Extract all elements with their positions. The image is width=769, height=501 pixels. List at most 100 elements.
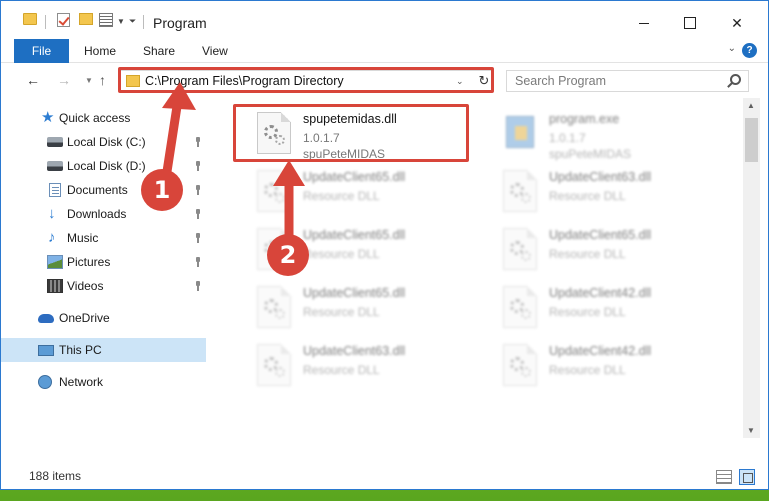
drive-icon — [47, 137, 63, 147]
search-icon[interactable] — [730, 74, 741, 85]
toolbar-divider — [45, 15, 46, 29]
search-placeholder: Search Program — [515, 74, 607, 88]
item-count: 188 items — [29, 469, 82, 483]
file-item[interactable]: UpdateClient65.dll Resource DLL — [235, 280, 475, 336]
file-item[interactable]: UpdateClient42.dll Resource DLL — [481, 338, 721, 394]
sidebar-item-music[interactable]: ♪ Music — [1, 226, 208, 250]
back-arrow-icon[interactable]: ← — [26, 72, 40, 88]
file-item-program-exe[interactable]: program.exe 1.0.1.7 spuPeteMIDAS — [481, 106, 721, 162]
sidebar-item-this-pc[interactable]: This PC — [1, 338, 206, 362]
file-type: Resource DLL — [549, 363, 626, 377]
scroll-up-icon[interactable]: ▲ — [747, 101, 755, 110]
navigation-pane: ★ Quick access Local Disk (C:) Local Dis… — [1, 98, 208, 464]
help-icon[interactable]: ? — [742, 43, 757, 58]
sidebar-item-quick-access[interactable]: ★ Quick access — [1, 106, 208, 130]
address-bar-highlight — [118, 67, 494, 93]
pictures-icon — [47, 255, 63, 269]
network-icon — [38, 375, 52, 389]
sidebar-item-label: Local Disk (C:) — [67, 135, 146, 149]
pin-icon[interactable] — [194, 281, 202, 291]
close-button[interactable]: ✕ — [715, 9, 759, 37]
file-name: UpdateClient65.dll — [549, 228, 652, 242]
sidebar-item-label: Local Disk (D:) — [67, 159, 146, 173]
sidebar-item-network[interactable]: Network — [1, 370, 208, 394]
file-name: UpdateClient65.dll — [303, 228, 406, 242]
sidebar-item-label: Quick access — [59, 111, 131, 125]
step-2-badge: 2 — [267, 234, 309, 276]
tab-share[interactable]: Share — [143, 39, 175, 63]
window-title: Program — [153, 15, 207, 31]
file-type: Resource DLL — [303, 189, 380, 203]
sidebar-item-videos[interactable]: Videos — [1, 274, 208, 298]
file-type: Resource DLL — [303, 363, 380, 377]
search-input[interactable]: Search Program — [506, 70, 749, 92]
download-icon: ↓ — [48, 205, 56, 222]
file-company: spuPeteMIDAS — [549, 147, 632, 161]
pin-icon[interactable] — [194, 161, 202, 171]
tab-file[interactable]: File — [14, 39, 69, 63]
file-name: program.exe — [549, 112, 620, 126]
tab-view[interactable]: View — [202, 39, 228, 63]
dll-file-icon — [503, 228, 537, 270]
title-bar: ▼ ⏷ Program ✕ — [1, 1, 768, 39]
file-name: UpdateClient65.dll — [303, 286, 406, 300]
file-item[interactable]: UpdateClient65.dll Resource DLL — [235, 164, 475, 220]
minimize-button[interactable] — [622, 9, 666, 37]
pc-icon — [38, 344, 54, 356]
maximize-button[interactable] — [668, 9, 712, 37]
customize-toolbar-icon[interactable]: ⏷ — [129, 13, 136, 29]
details-view-icon[interactable] — [716, 470, 732, 484]
music-icon: ♪ — [48, 229, 56, 246]
sidebar-item-label: Music — [67, 231, 99, 245]
sidebar-item-local-disk-c[interactable]: Local Disk (C:) — [1, 130, 208, 154]
cloud-icon — [38, 313, 54, 323]
ribbon-tabs: File Home Share View ⌄ ? — [1, 39, 768, 63]
step-1-badge: 1 — [141, 169, 183, 211]
recent-locations-icon[interactable]: ▼ — [85, 76, 93, 85]
sidebar-item-label: OneDrive — [59, 311, 110, 325]
forward-arrow-icon[interactable]: → — [57, 72, 71, 88]
properties-check-icon[interactable] — [57, 13, 70, 27]
dll-file-icon — [503, 344, 537, 386]
sidebar-item-label: Pictures — [67, 255, 111, 269]
file-type: Resource DLL — [303, 305, 380, 319]
up-arrow-icon[interactable]: ↑ — [99, 72, 106, 88]
file-version: 1.0.1.7 — [549, 131, 586, 145]
dll-file-icon — [257, 170, 291, 212]
dll-file-icon — [257, 286, 291, 328]
drive-icon — [47, 161, 63, 171]
sidebar-item-pictures[interactable]: Pictures — [1, 250, 208, 274]
pin-icon[interactable] — [194, 209, 202, 219]
scrollbar-thumb[interactable] — [745, 118, 758, 162]
sidebar-item-label: Videos — [67, 279, 104, 293]
vertical-scrollbar[interactable]: ▲ ▼ — [743, 98, 760, 438]
pin-icon[interactable] — [194, 233, 202, 243]
scroll-down-icon[interactable]: ▼ — [747, 426, 755, 435]
pin-icon[interactable] — [194, 185, 202, 195]
file-item[interactable]: UpdateClient63.dll Resource DLL — [481, 164, 721, 220]
dll-file-icon — [257, 344, 291, 386]
large-icons-view-icon[interactable] — [739, 469, 755, 485]
sidebar-item-onedrive[interactable]: OneDrive — [1, 306, 208, 330]
sidebar-item-downloads[interactable]: ↓ Downloads — [1, 202, 208, 226]
properties-icon[interactable] — [99, 13, 113, 27]
dll-file-icon — [503, 170, 537, 212]
sidebar-item-label: Network — [59, 375, 104, 389]
file-type: Resource DLL — [549, 189, 626, 203]
chevron-down-icon[interactable]: ▼ — [117, 13, 125, 29]
file-item[interactable]: UpdateClient65.dll Resource DLL — [481, 222, 721, 278]
sidebar-item-label: Downloads — [67, 207, 127, 221]
file-name: UpdateClient63.dll — [303, 344, 406, 358]
sidebar-item-label: Documents — [67, 183, 128, 197]
tab-home[interactable]: Home — [84, 39, 116, 63]
dll-file-icon — [503, 286, 537, 328]
sidebar-item-label: This PC — [59, 343, 102, 357]
pin-icon[interactable] — [194, 257, 202, 267]
documents-icon — [49, 183, 61, 197]
file-item[interactable]: UpdateClient63.dll Resource DLL — [235, 338, 475, 394]
pin-icon[interactable] — [194, 137, 202, 147]
expand-ribbon-icon[interactable]: ⌄ — [728, 43, 736, 54]
file-item[interactable]: UpdateClient42.dll Resource DLL — [481, 280, 721, 336]
new-folder-icon[interactable] — [79, 13, 93, 25]
file-name: UpdateClient42.dll — [549, 286, 652, 300]
